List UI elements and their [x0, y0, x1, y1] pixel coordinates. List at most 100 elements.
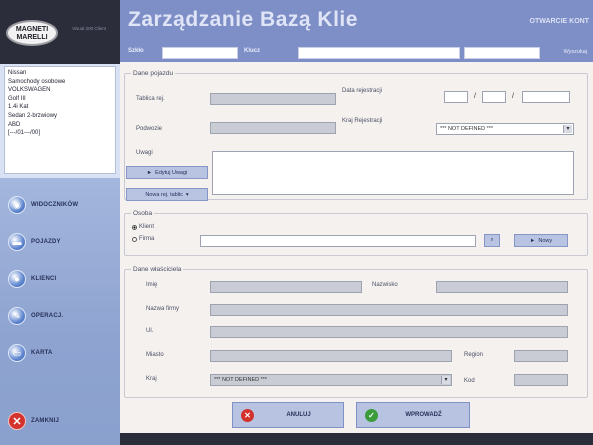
car-icon: ▬	[8, 233, 26, 251]
filter-label-2: Klucz	[244, 48, 261, 54]
confirm-button[interactable]: ✓ WPROWADŹ	[356, 402, 470, 428]
nav-label: POJAZDY	[31, 239, 61, 245]
company-label: Nazwa firmy	[146, 306, 180, 312]
chassis-label: Podwozie	[136, 126, 163, 132]
sidebar: MAGNETI MARELLI Visual 200 Client Nissan…	[0, 0, 120, 445]
filter-input-1[interactable]	[162, 47, 238, 59]
confirm-label: WPROWADŹ	[405, 412, 442, 418]
radio-company-label: Firma	[139, 236, 155, 242]
radio-private[interactable]: Klient	[132, 224, 154, 230]
eye-icon: ◉	[8, 196, 26, 214]
region-input[interactable]	[514, 350, 568, 362]
brand-logo: MAGNETI MARELLI	[6, 20, 58, 46]
filter-input-2[interactable]	[298, 47, 460, 59]
country-label: Kraj Rejestracji	[342, 118, 383, 124]
new-owner-button[interactable]: ► Nowy	[514, 234, 568, 247]
info-line: Golf III	[8, 95, 26, 102]
owner-data-legend: Dane właściciela	[133, 266, 182, 273]
search-label[interactable]: Wyszukaj	[564, 49, 587, 55]
first-name-label: Imię	[146, 282, 158, 288]
owner-search-input[interactable]	[200, 235, 476, 247]
info-line: Nissan	[8, 70, 27, 76]
check-icon: ✓	[365, 408, 378, 422]
nav-item-vehicles[interactable]: ▬ POJAZDY	[8, 231, 61, 253]
surname-label: Nazwisko	[372, 282, 398, 288]
postcode-label: Kod	[464, 378, 475, 384]
plate-input[interactable]	[210, 93, 336, 105]
nav-menu: ◉ WIDOCZNIKÓW ▬ POJAZDY ● KLIENCI ✎ OPER…	[0, 178, 120, 445]
card-icon: ▭	[8, 344, 26, 362]
radio-company[interactable]: Firma	[132, 236, 154, 242]
info-line: Samochody osobowe	[8, 78, 66, 85]
new-owner-label: Nowy	[538, 237, 553, 244]
wrench-icon: ✎	[8, 307, 26, 325]
date-separator: /	[512, 93, 514, 100]
new-plate-label: Nowa rej. tablic	[145, 191, 183, 198]
nav-item-operations[interactable]: ✎ OPERACJ.	[8, 305, 63, 327]
date-separator: /	[474, 93, 476, 100]
new-plate-button[interactable]: Nowa rej. tablic ▾	[126, 188, 208, 201]
header: Zarządzanie Bazą Klie OTWARCIE KONT Szkł…	[120, 0, 593, 62]
chassis-input[interactable]	[210, 122, 336, 134]
arrow-right-icon: ►	[529, 237, 536, 244]
postcode-input[interactable]	[514, 374, 568, 386]
header-filter-row: Szkło Klucz Wyszukaj	[120, 44, 593, 62]
street-label: Ul.	[146, 328, 154, 334]
radio-private-label: Klient	[139, 224, 155, 230]
chevron-down-icon: ▾	[441, 376, 450, 384]
status-bar	[120, 433, 593, 445]
vehicle-info-panel: Nissan Samochody osobowe VOLKSWAGEN Golf…	[4, 66, 116, 174]
reg-month-input[interactable]	[482, 91, 506, 103]
chevron-down-icon: ▾	[185, 191, 189, 198]
owner-group: Osoba	[124, 210, 588, 256]
nav-label: WIDOCZNIKÓW	[31, 202, 79, 208]
close-icon: ✕	[8, 412, 26, 430]
chevron-down-icon: ▾	[563, 125, 572, 133]
owner-country-select[interactable]: *** NOT DEFINED *** ▾	[210, 374, 452, 386]
info-line: ABD	[8, 121, 21, 128]
filter-label-1: Szkło	[128, 48, 144, 54]
search-icon: ⌕	[490, 237, 494, 243]
reg-date-label: Data rejestracji	[342, 88, 383, 94]
users-icon: ●	[8, 270, 26, 288]
info-line: 1.4i Kat	[8, 104, 29, 111]
nav-label: ZAMKNIJ	[31, 418, 60, 424]
city-label: Miasto	[146, 352, 164, 358]
radio-dot	[132, 236, 137, 242]
edit-notes-button[interactable]: ► Edytuj Uwagi	[126, 166, 208, 179]
surname-input[interactable]	[436, 281, 568, 293]
cancel-label: ANULUJ	[286, 412, 311, 418]
cancel-button[interactable]: ✕ ANULUJ	[232, 402, 344, 428]
owner-legend: Osoba	[133, 210, 153, 217]
company-input[interactable]	[210, 304, 568, 316]
close-icon: ✕	[241, 408, 254, 422]
main-form: Dane pojazdu Tablica rej. Data rejestrac…	[120, 62, 593, 445]
owner-country-value: *** NOT DEFINED ***	[214, 377, 268, 383]
page-title: Zarządzanie Bazą Klie	[128, 8, 358, 31]
reg-year-input[interactable]	[522, 91, 570, 103]
owner-country-label: Kraj	[146, 376, 157, 382]
city-input[interactable]	[210, 350, 452, 362]
filter-input-3[interactable]	[464, 47, 540, 59]
nav-item-clients[interactable]: ● KLIENCI	[8, 268, 56, 290]
arrow-right-icon: ►	[146, 169, 153, 176]
logo-subtitle: Visual 200 Client	[72, 26, 106, 31]
country-select[interactable]: *** NOT DEFINED *** ▾	[436, 123, 574, 135]
street-input[interactable]	[210, 326, 568, 338]
nav-label: OPERACJ.	[31, 313, 64, 319]
info-line: Sedan 2-brzwiowy	[8, 112, 58, 119]
search-owner-button[interactable]: ⌕	[484, 234, 500, 247]
logo-area: MAGNETI MARELLI Visual 200 Client	[0, 0, 120, 64]
plate-label: Tablica rej.	[136, 96, 165, 102]
exit-button[interactable]: ✕ ZAMKNIJ	[8, 410, 59, 432]
radio-dot-checked	[132, 224, 137, 230]
header-right-label[interactable]: OTWARCIE KONT	[530, 18, 590, 25]
first-name-input[interactable]	[210, 281, 362, 293]
nav-item-widok[interactable]: ◉ WIDOCZNIKÓW	[8, 194, 78, 216]
nav-item-card[interactable]: ▭ KARTA	[8, 342, 53, 364]
info-line: VOLKSWAGEN	[8, 87, 51, 94]
notes-textarea[interactable]	[212, 151, 574, 195]
reg-day-input[interactable]	[444, 91, 468, 103]
edit-notes-label: Edytuj Uwagi	[155, 169, 188, 176]
country-select-value: *** NOT DEFINED ***	[440, 126, 494, 132]
